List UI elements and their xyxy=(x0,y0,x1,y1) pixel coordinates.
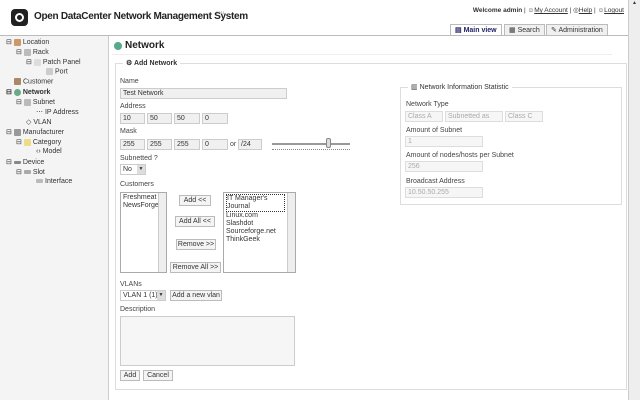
mask-label: Mask xyxy=(120,128,137,135)
broadcast-label: Broadcast Address xyxy=(406,178,465,185)
subnetted-as-field: Subnetted as xyxy=(445,111,503,122)
tree-device[interactable]: ⊟ Device xyxy=(6,158,44,166)
network-icon xyxy=(13,88,21,96)
patch-panel-icon xyxy=(33,58,41,66)
customers-label: Customers xyxy=(120,181,154,188)
manufacturer-icon xyxy=(13,128,21,136)
list-item[interactable]: IT Manager's Journal xyxy=(226,194,285,212)
subnet-icon xyxy=(23,98,31,106)
vlan-select[interactable]: VLAN 1 (1) ▼ xyxy=(120,290,166,301)
tree-category[interactable]: ⊟ Category xyxy=(16,138,61,146)
tree-ip-address[interactable]: ⋯ IP Address xyxy=(36,108,79,116)
mask-slider-handle[interactable] xyxy=(326,138,331,148)
list-item[interactable]: Slashdot xyxy=(226,220,293,228)
logout-link[interactable]: Logout xyxy=(604,7,624,14)
tree-location[interactable]: ⊟ Location xyxy=(6,38,49,46)
search-icon: ▦ xyxy=(509,27,518,34)
slot-icon xyxy=(23,170,31,175)
or-label: or xyxy=(230,141,237,148)
name-label: Name xyxy=(120,78,139,85)
subnets-field: 1 xyxy=(405,136,483,147)
tree-slot[interactable]: ⊟ Slot xyxy=(16,168,45,176)
add-button[interactable]: Add << xyxy=(179,195,211,206)
tree-rack[interactable]: ⊟ Rack xyxy=(16,48,49,56)
tree-vlan[interactable]: ◇ VLAN xyxy=(26,118,52,126)
broadcast-field: 10.50.50.255 xyxy=(405,187,483,198)
help-link[interactable]: Help xyxy=(579,7,592,14)
rack-icon xyxy=(23,48,31,56)
address-octet-2[interactable]: 50 xyxy=(147,113,172,124)
mask-octet-1[interactable]: 255 xyxy=(120,139,145,150)
network-class-field: Class A xyxy=(405,111,443,122)
gear-icon: ⚙ xyxy=(126,60,134,67)
category-icon xyxy=(23,138,31,146)
mask-slider-ticks xyxy=(272,149,350,150)
vlans-label: VLANs xyxy=(120,281,142,288)
scrollbar[interactable] xyxy=(287,193,295,272)
list-item[interactable]: Linux.com xyxy=(226,212,293,220)
hosts-field: 256 xyxy=(405,161,483,172)
building-icon: ▥ xyxy=(411,84,420,91)
remove-all-button[interactable]: Remove All >> xyxy=(170,262,221,273)
mask-slider[interactable] xyxy=(272,143,350,145)
network-type-label: Network Type xyxy=(406,101,449,108)
model-icon: ‹› xyxy=(36,148,43,155)
logo-icon xyxy=(11,9,28,26)
app-version: 2011 xyxy=(216,10,225,15)
mask-octet-2[interactable]: 255 xyxy=(147,139,172,150)
scroll-up-icon[interactable]: ▲ xyxy=(629,0,640,6)
available-customers-list[interactable]: Freshmeat NewsForge xyxy=(120,192,167,273)
cancel-button[interactable]: Cancel xyxy=(143,370,173,381)
address-label: Address xyxy=(120,103,146,110)
ip-icon: ⋯ xyxy=(36,109,45,116)
tree-network[interactable]: ⊟ Network xyxy=(6,88,50,96)
address-octet-3[interactable]: 50 xyxy=(174,113,200,124)
tree-customer[interactable]: Customer xyxy=(14,78,53,85)
subnet-class-field: Class C xyxy=(505,111,543,122)
page-scrollbar[interactable]: ▲ xyxy=(628,0,640,400)
statistic-legend: ▥ Network Information Statistic xyxy=(408,83,512,91)
add-vlan-button[interactable]: Add a new vlan xyxy=(170,290,222,301)
subnetted-label: Subnetted ? xyxy=(120,155,158,162)
welcome-text: Welcome admin xyxy=(472,7,523,14)
mask-octet-3[interactable]: 255 xyxy=(174,139,200,150)
device-icon xyxy=(13,160,21,164)
subnets-label: Amount of Subnet xyxy=(406,127,463,134)
customer-icon xyxy=(14,78,21,85)
tree-interface[interactable]: Interface xyxy=(36,178,72,185)
tree-patch-panel[interactable]: ⊟ Patch Panel xyxy=(26,58,81,66)
address-octet-1[interactable]: 10 xyxy=(120,113,145,124)
cidr-input[interactable]: /24 xyxy=(238,139,262,150)
user-bar: Welcome admin | ☺My Account | ◎Help | ☺L… xyxy=(472,7,624,14)
add-network-legend: ⚙ Add Network xyxy=(123,59,181,67)
description-textarea[interactable] xyxy=(120,316,295,366)
add-all-button[interactable]: Add All << xyxy=(175,216,215,227)
tree-manufacturer[interactable]: ⊟ Manufacturer xyxy=(6,128,64,136)
port-icon xyxy=(46,68,53,75)
tree-port[interactable]: Port xyxy=(46,68,68,75)
chevron-down-icon: ▼ xyxy=(137,165,145,174)
main-view-icon: ▤ xyxy=(455,27,464,34)
address-octet-4[interactable]: 0 xyxy=(202,113,228,124)
hosts-label: Amount of nodes/hosts per Subnet xyxy=(406,152,514,159)
submit-button[interactable]: Add xyxy=(120,370,140,381)
my-account-link[interactable]: My Account xyxy=(534,7,568,14)
location-icon xyxy=(13,38,21,46)
list-item[interactable]: ThinkGeek xyxy=(226,236,293,244)
chevron-down-icon: ▼ xyxy=(157,291,165,300)
subnetted-select[interactable]: No ▼ xyxy=(120,164,146,175)
network-icon xyxy=(114,42,122,50)
selected-customers-list[interactable]: IT Manager's Journal Linux.com Slashdot … xyxy=(223,192,296,273)
tree-model[interactable]: ‹› Model xyxy=(36,148,62,155)
description-label: Description xyxy=(120,306,156,313)
name-input[interactable]: Test Network xyxy=(120,88,287,99)
tree-subnet[interactable]: ⊟ Subnet xyxy=(16,98,55,106)
interface-icon xyxy=(36,179,43,184)
list-item[interactable]: Sourceforge.net xyxy=(226,228,293,236)
scrollbar[interactable] xyxy=(158,193,166,272)
page-title: Network xyxy=(125,40,165,51)
remove-button[interactable]: Remove >> xyxy=(176,239,216,250)
mask-octet-4[interactable]: 0 xyxy=(202,139,228,150)
title-divider xyxy=(112,54,612,55)
